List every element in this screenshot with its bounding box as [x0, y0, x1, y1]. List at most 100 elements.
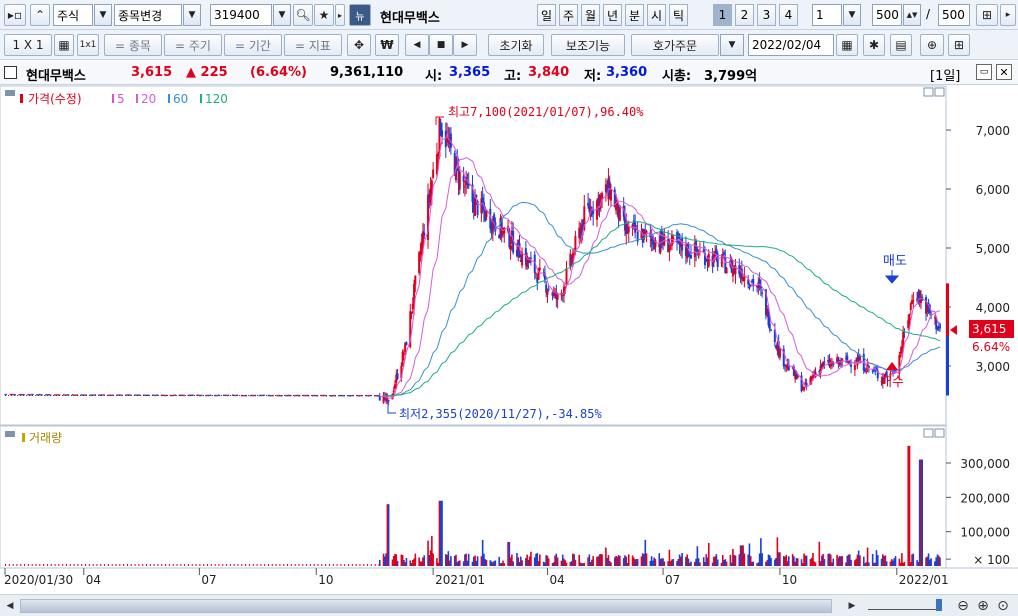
scroll-left-icon[interactable]: ◀	[2, 598, 18, 614]
zoom-in-icon[interactable]: ⊕	[974, 597, 992, 615]
scroll-right-icon[interactable]: ▶	[844, 598, 860, 614]
volume-bar	[363, 564, 365, 566]
select-checkbox[interactable]	[4, 66, 17, 79]
volume-bar	[73, 564, 75, 566]
period-overlay-button[interactable]: = 기간	[224, 34, 282, 56]
change-item-select[interactable]: 종목변경	[114, 4, 182, 26]
restore-icon[interactable]: ▭	[976, 64, 992, 80]
scroll-thumb[interactable]	[21, 600, 831, 612]
period-month-button[interactable]: 월	[581, 4, 600, 26]
price-candle-body	[912, 300, 915, 302]
price-candle-body	[707, 253, 710, 267]
zoom-settings-icon[interactable]: ⊕	[920, 34, 944, 56]
range-4-button[interactable]: 4	[779, 4, 798, 26]
range-3-button[interactable]: 3	[757, 4, 776, 26]
chart-settings-icon[interactable]: ▤	[890, 34, 912, 56]
aux-functions-button[interactable]: 보조기능	[551, 34, 625, 56]
price-candle-body	[36, 394, 38, 396]
date-input[interactable]: 2022/02/04	[748, 34, 834, 56]
price-candle-body	[54, 394, 56, 396]
zoom-slider[interactable]	[868, 600, 940, 610]
split-icon[interactable]: 1x1	[77, 34, 99, 56]
price-candle-body	[823, 361, 826, 363]
stop-icon[interactable]: ■	[429, 34, 453, 56]
star-icon[interactable]: ★	[314, 4, 334, 26]
volume-bar	[256, 564, 258, 566]
volume-panel-menu-icon[interactable]	[5, 431, 15, 437]
stock-chart[interactable]: 가격(수정) 5 20 60 120 거래량 7,000 6,000 5,000 4,000…	[0, 85, 1018, 593]
panel-menu-icon[interactable]	[5, 90, 15, 96]
close-icon[interactable]: ✕	[996, 64, 1012, 80]
news-badge-button[interactable]: 뉴	[349, 4, 371, 26]
volume-bar	[930, 558, 932, 566]
market-select[interactable]: 주식	[53, 4, 93, 26]
rewind-icon[interactable]: ◀	[405, 34, 429, 56]
volume-bar	[271, 564, 273, 566]
volume-bar	[58, 564, 60, 566]
market-dropdown-icon[interactable]: ▼	[94, 4, 112, 26]
price-candle-body	[410, 311, 413, 314]
search-icon[interactable]: 🔍︎	[293, 4, 313, 26]
zoom-fit-icon[interactable]: ⊙	[994, 597, 1012, 615]
order-dropdown-icon[interactable]: ▼	[720, 34, 744, 56]
range-input[interactable]: 1	[812, 4, 842, 26]
x-tick-label: 07	[665, 573, 680, 587]
zoom-out-icon[interactable]: ⊖	[954, 597, 972, 615]
order-button[interactable]: 호가주문	[631, 34, 719, 56]
reset-button[interactable]: 초기화	[488, 34, 544, 56]
won-icon[interactable]: ₩	[375, 34, 399, 56]
panel-toggle-button[interactable]: ▸▫	[4, 4, 26, 26]
volume-bar	[359, 564, 361, 566]
zoom-slider-thumb[interactable]	[936, 599, 942, 611]
change-item-dropdown-icon[interactable]: ▼	[183, 4, 201, 26]
x-tick-label: 04	[86, 573, 101, 587]
stock-code-input[interactable]: 319400	[210, 4, 272, 26]
price-candle-body	[27, 393, 29, 396]
volume-bar	[203, 564, 205, 566]
period-week-button[interactable]: 주	[559, 4, 578, 26]
ma-legend-swatch-0	[112, 94, 114, 103]
count-input[interactable]: 500	[872, 4, 902, 26]
period-hour-button[interactable]: 시	[647, 4, 666, 26]
volume-bar	[512, 561, 514, 566]
price-candle-body	[165, 394, 168, 397]
stock-name: 현대무백스	[26, 69, 86, 84]
stock-code-dropdown-icon[interactable]: ▼	[273, 4, 291, 26]
chevron-up-icon[interactable]: ⌃	[30, 4, 50, 26]
play-icon[interactable]: ▶	[453, 34, 477, 56]
cycle-overlay-button[interactable]: = 주기	[164, 34, 222, 56]
indicator-button[interactable]: = 지표	[284, 34, 342, 56]
volume-bar	[172, 564, 174, 566]
volume-bar	[355, 564, 357, 566]
ma-legend-swatch-2	[168, 94, 170, 103]
volume-bar	[287, 564, 289, 566]
stock-overlay-button[interactable]: = 종목	[104, 34, 162, 56]
volume-bar	[317, 564, 319, 566]
add-window-icon[interactable]: ⊞	[976, 4, 998, 26]
range-dropdown-icon[interactable]: ▼	[843, 4, 861, 26]
gear-icon[interactable]: ✱	[863, 34, 885, 56]
price-candle-body	[805, 383, 808, 386]
volume-bar	[903, 561, 906, 566]
count-stepper-icon[interactable]: ▲▼	[903, 4, 921, 26]
period-year-button[interactable]: 년	[603, 4, 622, 26]
layout-button[interactable]: 1 X 1	[4, 34, 52, 56]
grid-icon[interactable]: ▦	[54, 34, 74, 56]
range-2-button[interactable]: 2	[735, 4, 754, 26]
move-icon[interactable]: ✥	[347, 34, 371, 56]
horizontal-scrollbar[interactable]	[20, 599, 832, 613]
current-price: 3,615	[131, 65, 173, 80]
add-panel-icon[interactable]: ⊞	[948, 34, 970, 56]
high-label: 고:	[504, 69, 522, 84]
next-arrow-icon[interactable]: ▸	[335, 4, 345, 26]
calendar-icon[interactable]: ▦	[836, 34, 858, 56]
period-minute-button[interactable]: 분	[625, 4, 644, 26]
range-1-button[interactable]: 1	[713, 4, 732, 26]
volume-bar	[85, 564, 87, 566]
price-candle-body	[535, 273, 538, 275]
volume-bar	[111, 564, 113, 566]
volume-bar	[340, 564, 342, 566]
period-day-button[interactable]: 일	[537, 4, 556, 26]
period-tick-button[interactable]: 틱	[669, 4, 688, 26]
toolbar-scroll-right-icon[interactable]: ▸	[1000, 4, 1016, 26]
